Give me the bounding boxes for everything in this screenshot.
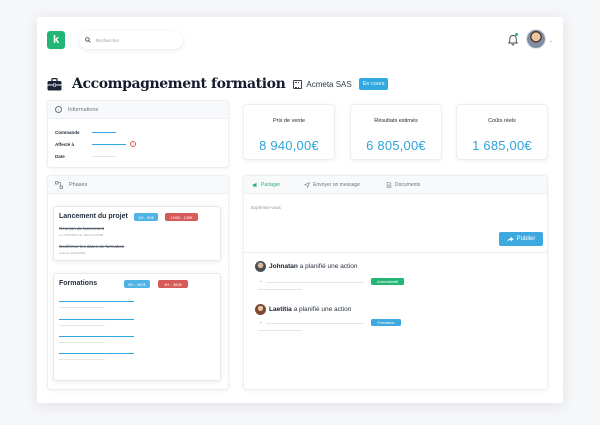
formation-session-sub xyxy=(59,342,105,344)
tab-documents[interactable]: Documents xyxy=(386,182,420,188)
feed-author[interactable]: Laetitia xyxy=(269,306,292,313)
avatar xyxy=(255,261,266,272)
info-icon: i xyxy=(55,106,62,113)
informations-card: i Informations Commande Affecté à ! Date xyxy=(47,100,229,168)
kpi-card-prix-de-vente: Prix de vente 8 940,00€ xyxy=(243,104,335,160)
action-title-line xyxy=(266,282,364,284)
phase-title: Lancement du projet xyxy=(59,213,128,220)
task-label[interactable]: Confirmer les dates de formation xyxy=(59,244,124,249)
notification-dot xyxy=(515,33,518,36)
task-subtitle: Le 14/07/2021 de 14h00 à 15h00 xyxy=(59,233,104,237)
date-value-line[interactable] xyxy=(92,156,116,158)
megaphone-icon xyxy=(252,182,257,188)
activity-tabs: Partager Envoyer un message Documents xyxy=(244,176,547,194)
chevron-down-icon[interactable]: ⌄ xyxy=(259,319,262,324)
feed-item-text: Laetitia a planifié une action xyxy=(269,306,351,313)
phases-header: Phases xyxy=(48,176,228,194)
task-subtitle: Avant le 20/07/2021 xyxy=(59,251,86,255)
affecte-value-line[interactable] xyxy=(92,144,126,146)
phases-card: Phases Lancement du projet 1H - 90€ 1H30… xyxy=(47,175,229,390)
publish-button[interactable]: Publier xyxy=(499,232,543,246)
action-title-line xyxy=(266,323,364,325)
phase-formations[interactable]: Formations 5H - 450€ 4H - 360€ xyxy=(53,273,221,381)
tab-partager[interactable]: Partager xyxy=(252,182,280,188)
search-input[interactable]: Rechercher xyxy=(79,31,183,49)
user-avatar[interactable] xyxy=(526,29,546,49)
divider xyxy=(244,252,547,253)
formation-session-line[interactable] xyxy=(59,301,134,303)
formation-session-sub xyxy=(59,325,105,327)
feed-item-text: Johnatan a planifié une action xyxy=(269,263,358,270)
search-placeholder: Rechercher xyxy=(96,37,120,43)
send-icon xyxy=(304,182,310,188)
kpi-value: 6 805,00€ xyxy=(366,138,426,153)
commande-value-line[interactable] xyxy=(92,132,116,134)
phase-badge-planned: 1H - 90€ xyxy=(134,213,158,221)
tab-envoyer-message[interactable]: Envoyer un message xyxy=(304,182,360,188)
tab-label: Documents xyxy=(395,182,421,188)
page-header: Accompagnement formation Acmeta SAS En c… xyxy=(47,72,389,96)
kpi-card-resultats-estimes: Résultats estimés 6 805,00€ xyxy=(350,104,442,160)
task-label[interactable]: Réunion de lancement xyxy=(59,226,104,231)
search-icon xyxy=(85,37,91,43)
formation-session-line[interactable] xyxy=(59,353,134,355)
info-label-affecte: Affecté à xyxy=(55,142,75,147)
action-meta-line xyxy=(258,289,302,291)
app-window: k Rechercher ⌄ Accompagnement formation … xyxy=(37,17,563,403)
feed-tag: Administratif xyxy=(371,278,404,285)
company-link[interactable]: Acmeta SAS xyxy=(306,80,351,89)
avatar xyxy=(255,304,266,315)
tab-label: Partager xyxy=(261,182,281,188)
phase-badge-actual: 4H - 360€ xyxy=(158,280,188,288)
info-label-commande: Commande xyxy=(55,130,80,135)
publish-label: Publier xyxy=(516,236,536,242)
formation-session-sub xyxy=(59,307,105,309)
informations-title: Informations xyxy=(68,106,99,113)
phase-badge-planned: 5H - 450€ xyxy=(124,280,150,288)
share-arrow-icon xyxy=(507,236,514,242)
post-input[interactable]: Exprimez-vous xyxy=(251,205,281,210)
app-logo[interactable]: k xyxy=(47,31,65,49)
chevron-down-icon[interactable]: ⌄ xyxy=(549,38,553,44)
feed-action: a planifié une action xyxy=(299,263,358,270)
kpi-value: 1 685,00€ xyxy=(472,138,532,153)
action-meta-line xyxy=(258,330,302,332)
bell-icon[interactable] xyxy=(507,33,519,46)
phase-lancement[interactable]: Lancement du projet 1H - 90€ 1H30 - 135€… xyxy=(53,206,221,261)
workflow-icon xyxy=(55,180,63,189)
page-title: Accompagnement formation xyxy=(72,76,286,92)
informations-header: i Informations xyxy=(48,101,228,119)
activity-card: Partager Envoyer un message Documents Ex… xyxy=(243,175,548,390)
warning-icon: ! xyxy=(130,141,136,147)
briefcase-icon xyxy=(47,77,62,91)
formation-session-line[interactable] xyxy=(59,319,134,321)
phases-title: Phases xyxy=(69,181,88,188)
kpi-label: Prix de vente xyxy=(272,118,306,124)
kpi-value: 8 940,00€ xyxy=(259,138,319,153)
phase-title: Formations xyxy=(59,280,98,287)
kpi-label: Coûts réels xyxy=(488,118,516,124)
status-badge: En cours xyxy=(358,78,389,90)
info-label-date: Date xyxy=(55,154,65,159)
document-icon xyxy=(386,182,392,188)
phase-badge-actual: 1H30 - 135€ xyxy=(165,213,198,221)
building-icon xyxy=(293,79,303,89)
formation-session-sub xyxy=(59,359,105,361)
kpi-card-couts-reels: Coûts réels 1 685,00€ xyxy=(456,104,548,160)
tab-label: Envoyer un message xyxy=(313,182,360,188)
kpi-label: Résultats estimés xyxy=(374,118,418,124)
chevron-down-icon[interactable]: ⌄ xyxy=(259,278,262,283)
feed-tag: Formation xyxy=(371,319,401,326)
feed-author[interactable]: Johnatan xyxy=(269,263,298,270)
feed-action: a planifié une action xyxy=(293,306,352,313)
formation-session-line[interactable] xyxy=(59,336,134,338)
